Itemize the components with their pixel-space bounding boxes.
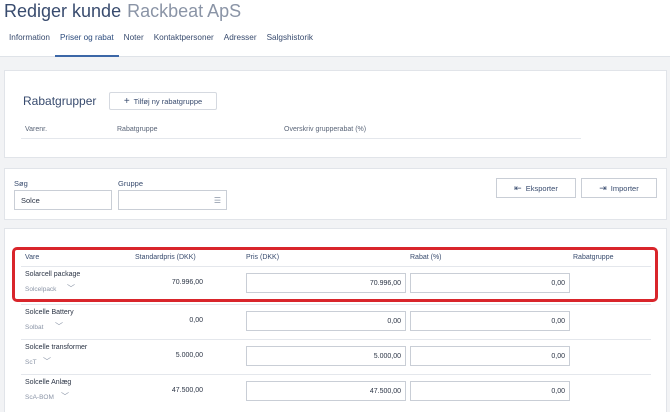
page-title-text: Rediger kunde [4,1,122,21]
tab-noter[interactable]: Noter [119,25,149,57]
table-row: Solcelle Anlæg ScA-BOM ﹀ 47.500,00 [21,374,651,408]
add-rabatgruppe-button[interactable]: + Tilføj ny rabatgruppe [109,92,217,110]
standard-price: 70.996,00 [171,279,203,286]
column-varenr: Varenr. [25,126,48,133]
price-table-card: Vare Standardpris (DKK) Pris (DKK) Rabat… [4,228,667,412]
discount-input[interactable] [410,346,570,366]
tab-kontaktpersoner[interactable]: Kontaktpersoner [149,25,219,57]
plus-icon: + [123,95,130,107]
table-row: Solarcell package Solcelpack ﹀ 70.996,00 [21,266,651,300]
import-icon: ⇥ [599,182,607,193]
import-button[interactable]: ⇥ Importer [581,178,657,198]
table-header: Vare Standardpris (DKK) Pris (DKK) Rabat… [5,251,666,265]
product-sku: ScA-BOM [25,394,54,401]
tab-information[interactable]: Information [0,25,55,57]
product-name: Solcelle Battery [25,309,74,316]
export-label: Eksporter [525,183,558,193]
product-sku: ScT [25,359,37,366]
product-name: Solcelle Anlæg [25,379,72,386]
price-input[interactable] [246,346,406,366]
column-rabat: Rabat (%) [410,254,442,261]
export-icon: ⇤ [514,182,522,193]
chevron-down-icon[interactable]: ﹀ [61,391,69,402]
filter-card: Søg Gruppe ☰ ⇤ Eksporter ⇥ Importer [4,168,667,220]
standard-price: 47.500,00 [171,387,203,394]
product-sku: Solcelpack [25,286,57,293]
search-input[interactable] [14,190,112,210]
tab-priser-og-rabat[interactable]: Priser og rabat [54,25,119,57]
tab-salgshistorik[interactable]: Salgshistorik [262,25,318,57]
tab-adresser[interactable]: Adresser [219,25,262,57]
group-label: Gruppe [118,179,144,188]
rabatgrupper-columns: Varenr. Rabatgruppe Overskriv grupperaba… [21,124,581,139]
table-row: Solcelle Battery Solbat ﹀ 0,00 [21,304,651,338]
page-header: Rediger kunde Rackbeat ApS Information Pr… [0,0,670,57]
product-name: Solcelle transformer [25,344,88,351]
search-label: Søg [14,179,28,188]
product-name: Solarcell package [25,271,81,278]
chevron-down-icon[interactable]: ﹀ [55,321,63,332]
column-overskriv: Overskriv grupperabat (%) [284,126,367,133]
export-button[interactable]: ⇤ Eksporter [496,178,576,198]
page-title: Rediger kunde Rackbeat ApS [4,1,241,22]
discount-input[interactable] [410,311,570,331]
discount-input[interactable] [410,273,570,293]
chevron-down-icon[interactable]: ﹀ [43,356,51,367]
company-name: Rackbeat ApS [127,1,242,21]
discount-input[interactable] [410,381,570,401]
column-standardpris: Standardpris (DKK) [135,254,196,261]
column-rabatgruppe: Rabatgruppe [117,126,158,133]
tab-bar: Information Priser og rabat Noter Kontak… [0,25,318,57]
list-icon: ☰ [213,196,221,205]
chevron-down-icon[interactable]: ﹀ [67,283,75,294]
group-select[interactable]: ☰ [118,190,227,210]
standard-price: 0,00 [189,317,203,324]
add-rabatgruppe-label: Tilføj ny rabatgruppe [133,96,203,106]
column-pris: Pris (DKK) [246,254,280,261]
rabatgrupper-title: Rabatgrupper [23,94,97,108]
rabatgrupper-card: Rabatgrupper + Tilføj ny rabatgruppe Var… [4,70,667,158]
column-vare: Vare [25,254,40,261]
table-row: Solcelle transformer ScT ﹀ 5.000,00 [21,339,651,373]
price-input[interactable] [246,311,406,331]
price-input[interactable] [246,381,406,401]
column-rabatgruppe: Rabatgruppe [573,254,614,261]
price-input[interactable] [246,273,406,293]
product-sku: Solbat [25,324,44,331]
import-label: Importer [610,183,639,193]
standard-price: 5.000,00 [175,352,203,359]
